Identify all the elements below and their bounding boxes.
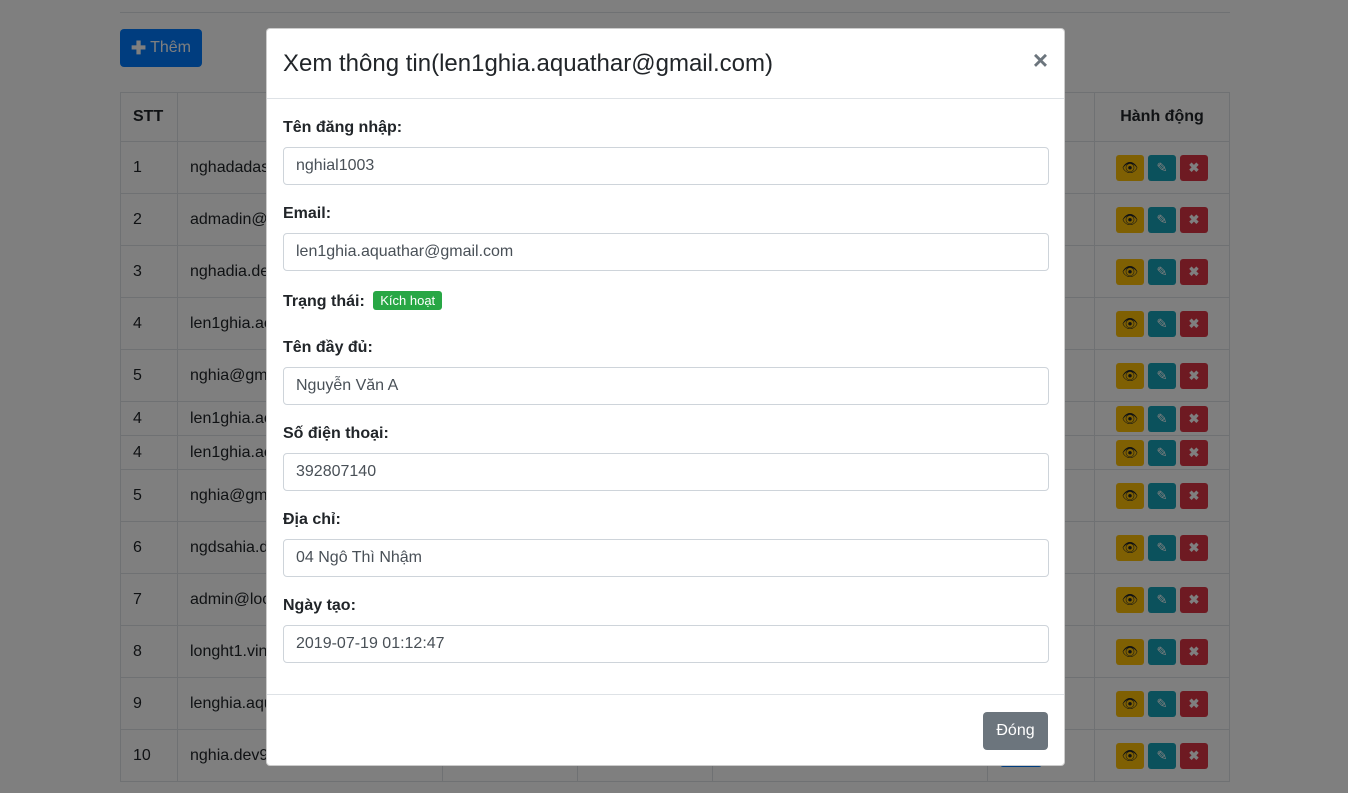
fullname-label: Tên đầy đủ: xyxy=(283,339,373,356)
created-field[interactable]: 2019-07-19 01:12:47 xyxy=(283,625,1049,663)
address-field[interactable]: 04 Ngô Thì Nhậm xyxy=(283,539,1049,577)
email-field[interactable]: len1ghia.aquathar@gmail.com xyxy=(283,233,1049,271)
username-field[interactable]: nghial1003 xyxy=(283,147,1049,185)
modal-title: Xem thông tin(len1ghia.aquathar@gmail.co… xyxy=(283,50,773,77)
modal-footer: Đóng xyxy=(267,694,1064,767)
phone-label: Số điện thoại: xyxy=(283,425,389,442)
status-label: Trạng thái: xyxy=(283,293,365,310)
email-label: Email: xyxy=(283,205,332,222)
status-row: Trạng thái: Kích hoạt xyxy=(283,291,443,311)
username-label: Tên đăng nhập: xyxy=(283,119,403,136)
user-list-page: ✚ Thêm STT hái Hành động 1nghadadas👁✎✖2a… xyxy=(0,0,1348,793)
phone-field[interactable]: 392807140 xyxy=(283,453,1049,491)
view-user-modal: Xem thông tin(len1ghia.aquathar@gmail.co… xyxy=(266,28,1065,766)
close-icon[interactable]: × xyxy=(1033,47,1048,73)
status-badge: Kích hoạt xyxy=(373,291,443,310)
created-label: Ngày tạo: xyxy=(283,597,356,614)
modal-header: Xem thông tin(len1ghia.aquathar@gmail.co… xyxy=(267,29,1064,99)
address-label: Địa chỉ: xyxy=(283,511,341,528)
fullname-field[interactable]: Nguyễn Văn A xyxy=(283,367,1049,405)
close-button[interactable]: Đóng xyxy=(983,712,1048,750)
